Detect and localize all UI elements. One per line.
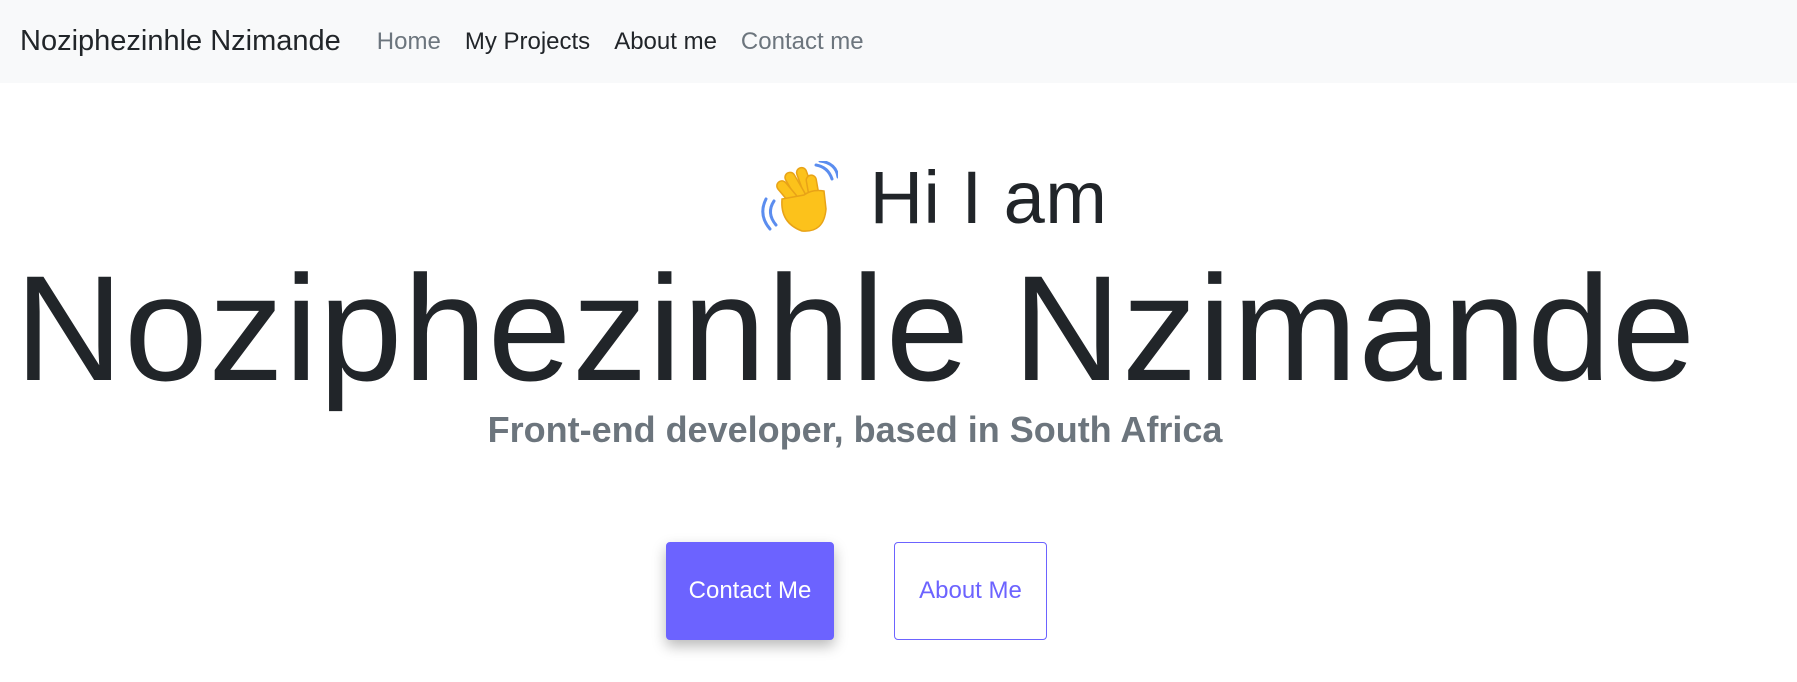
- top-navbar: Noziphezinhle Nzimande Home My Projects …: [0, 0, 1797, 83]
- waving-hand-icon: [760, 159, 840, 235]
- greeting-row: Hi I am: [0, 155, 1797, 240]
- about-me-button[interactable]: About Me: [894, 542, 1047, 640]
- greeting-text: Hi I am: [869, 156, 1108, 239]
- hero-name: Noziphezinhle Nzimande: [14, 244, 1697, 412]
- nav-link-my-projects[interactable]: My Projects: [465, 28, 590, 56]
- nav-link-contact-me[interactable]: Contact me: [741, 28, 864, 56]
- hero-section: Hi I am Noziphezinhle Nzimande Front-end…: [0, 83, 1797, 682]
- nav-link-home[interactable]: Home: [377, 28, 441, 56]
- nav-link-about-me[interactable]: About me: [614, 28, 717, 56]
- hero-subtitle: Front-end developer, based in South Afri…: [487, 409, 1223, 450]
- navbar-brand[interactable]: Noziphezinhle Nzimande: [20, 25, 341, 58]
- contact-me-button[interactable]: Contact Me: [666, 542, 834, 640]
